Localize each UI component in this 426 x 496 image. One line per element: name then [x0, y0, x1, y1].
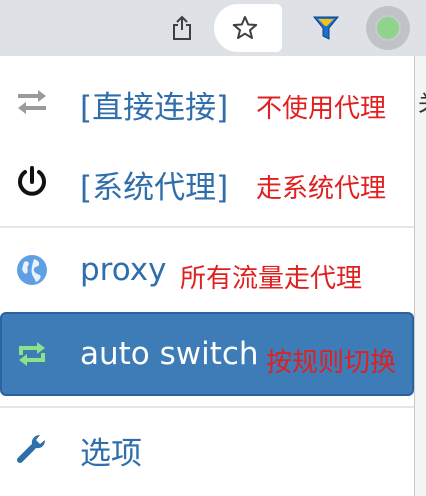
- menu-item-note: 按规则切换: [266, 348, 397, 378]
- menu-item-direct[interactable]: [直接连接] 不使用代理: [0, 62, 414, 142]
- background-page-text: 关: [418, 86, 426, 118]
- menu-item-label: auto switch: [80, 336, 259, 372]
- menu-item-label: 选项: [80, 436, 142, 472]
- extension-button[interactable]: [304, 6, 348, 50]
- menu-item-options[interactable]: 选项: [0, 408, 414, 488]
- proxy-switch-popup: [直接连接] 不使用代理 [系统代理] 走系统代理 proxy 所有流量走代理: [0, 56, 415, 496]
- menu-item-note: 不使用代理: [256, 94, 387, 124]
- share-icon: [173, 15, 191, 40]
- menu-item-label: [系统代理]: [80, 170, 229, 206]
- menu-item-proxy[interactable]: proxy 所有流量走代理: [0, 232, 414, 312]
- menu-item-auto-switch[interactable]: auto switch 按规则切换: [0, 312, 414, 396]
- share-button[interactable]: [160, 6, 204, 50]
- proxy-extension-button[interactable]: [366, 6, 410, 50]
- arrows-exchange-icon: [14, 84, 50, 120]
- menu-item-label: proxy: [80, 252, 167, 288]
- menu-item-label: [直接连接]: [80, 90, 229, 126]
- star-icon: [232, 16, 258, 39]
- menu-item-note: 所有流量走代理: [180, 264, 363, 294]
- omnibox-edge: [276, 4, 282, 52]
- power-icon: [14, 164, 50, 200]
- menu-item-system[interactable]: [系统代理] 走系统代理: [0, 144, 414, 224]
- wrench-icon: [14, 430, 50, 466]
- omega-status-icon: [377, 17, 399, 39]
- globe-icon: [14, 252, 50, 288]
- menu-item-note: 走系统代理: [256, 174, 387, 204]
- background-page: [415, 56, 426, 496]
- browser-toolbar: [0, 0, 426, 56]
- funnel-icon: [312, 16, 340, 40]
- menu-divider: [0, 226, 414, 228]
- bookmark-button[interactable]: [214, 4, 276, 52]
- repeat-icon: [14, 336, 50, 372]
